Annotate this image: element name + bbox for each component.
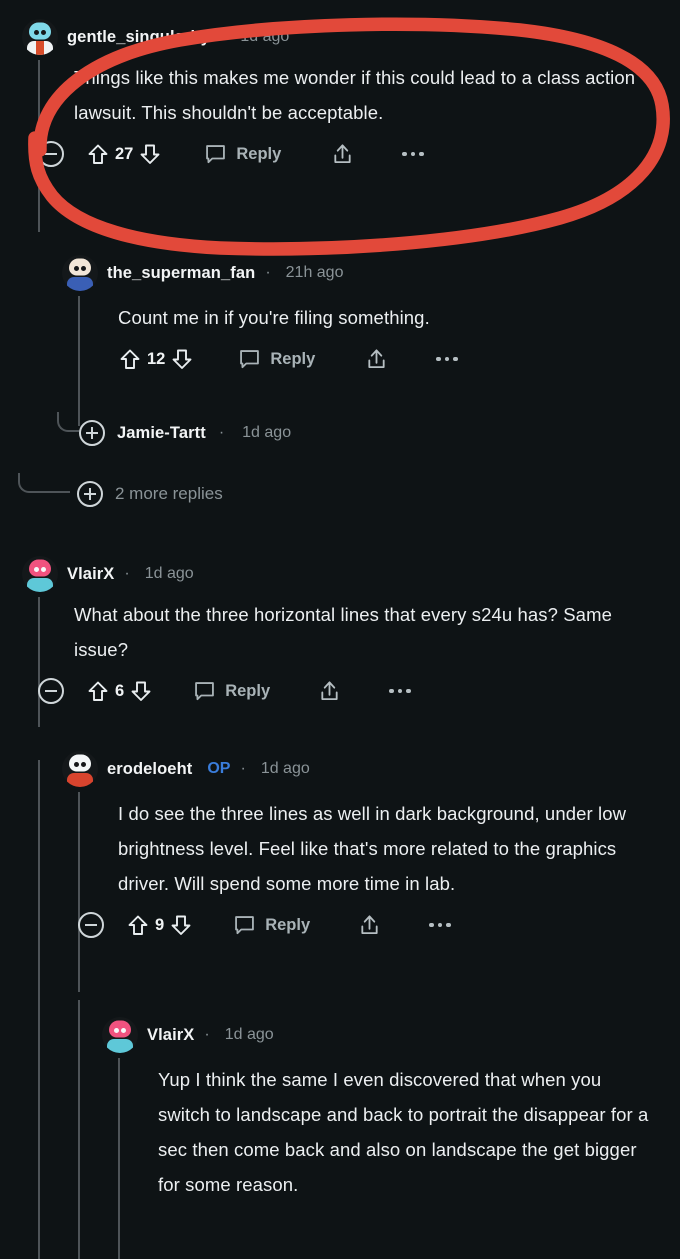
separator-dot: · — [265, 264, 271, 281]
reply-label: Reply — [225, 681, 271, 700]
comment-body: What about the three horizontal lines th… — [74, 604, 612, 660]
upvote-arrow-icon[interactable] — [86, 142, 110, 167]
comment-username[interactable]: gentle_singularity — [67, 28, 210, 47]
comment-header[interactable]: erodeloeht OP · 1d ago — [62, 748, 662, 790]
more-replies-label[interactable]: 2 more replies — [115, 484, 223, 504]
separator-dot: · — [204, 1026, 210, 1043]
comment-body: Count me in if you're filing something. — [118, 307, 430, 328]
avatar[interactable] — [22, 19, 58, 55]
vote-group: 27 — [86, 142, 162, 167]
expand-plus-icon[interactable] — [77, 481, 103, 507]
more-options-icon[interactable] — [436, 356, 458, 362]
more-replies-row[interactable]: 2 more replies — [77, 474, 223, 514]
comment-body: Yup I think the same I even discovered t… — [158, 1069, 649, 1195]
reply-label: Reply — [236, 144, 282, 163]
comment-action-bar: 9 Reply — [78, 901, 662, 949]
separator-dot: · — [240, 760, 246, 777]
comment-username[interactable]: the_superman_fan — [107, 264, 255, 283]
share-arrow-icon[interactable] — [318, 679, 341, 703]
downvote-arrow-icon[interactable] — [170, 347, 194, 372]
op-badge: OP — [207, 760, 231, 777]
comment-vlairx-nested: VlairX · 1d ago Yup I think the same I e… — [102, 1014, 662, 1259]
comment-timestamp: 21h ago — [285, 264, 344, 281]
comment-the-superman-fan: the_superman_fan · 21h ago Count me in i… — [62, 252, 662, 426]
comment-timestamp: 1d ago — [240, 28, 290, 45]
collapse-minus-icon[interactable] — [38, 141, 64, 167]
reply-button[interactable]: Reply — [204, 143, 281, 166]
vote-group: 6 — [86, 679, 153, 704]
thread-line — [78, 792, 80, 992]
collapse-minus-icon[interactable] — [78, 912, 104, 938]
upvote-arrow-icon[interactable] — [86, 679, 110, 704]
comment-timestamp: 1d ago — [242, 424, 292, 441]
comment-username[interactable]: VlairX — [67, 565, 114, 584]
comment-header[interactable]: the_superman_fan · 21h ago — [62, 252, 662, 294]
reply-label: Reply — [270, 349, 316, 368]
separator-dot: · — [124, 565, 130, 582]
vote-score: 27 — [115, 144, 134, 163]
more-options-icon[interactable] — [389, 688, 411, 694]
thread-rail-line — [78, 1000, 80, 1259]
share-arrow-icon[interactable] — [365, 347, 388, 371]
speech-bubble-icon — [240, 349, 260, 368]
vote-score: 6 — [115, 681, 125, 700]
comment-timestamp: 1d ago — [260, 760, 310, 777]
vote-score: 12 — [147, 349, 166, 368]
comment-timestamp: 1d ago — [224, 1026, 274, 1043]
reply-button[interactable]: Reply — [193, 680, 270, 703]
avatar[interactable] — [62, 255, 98, 291]
comment-body: I do see the three lines as well in dark… — [118, 803, 627, 894]
separator-dot: · — [218, 424, 225, 441]
upvote-arrow-icon[interactable] — [118, 347, 142, 372]
share-arrow-icon[interactable] — [358, 913, 381, 937]
comment-timestamp: 1d ago — [144, 565, 194, 582]
thread-line — [78, 296, 80, 426]
comment-body: Things like this makes me wonder if this… — [74, 67, 636, 123]
comment-header[interactable]: VlairX · 1d ago — [102, 1014, 662, 1056]
comment-erodeloeht-op: erodeloeht OP · 1d ago I do see the thre… — [62, 748, 662, 992]
comment-header[interactable]: gentle_singularity · 1d ago — [22, 16, 662, 58]
downvote-arrow-icon[interactable] — [129, 679, 153, 704]
vote-group: 9 — [126, 913, 193, 938]
collapsed-comment-jamie-tartt[interactable]: Jamie-Tartt · 1d ago — [79, 413, 291, 453]
avatar[interactable] — [62, 751, 98, 787]
thread-line — [118, 1058, 120, 1259]
comment-thread-page: gentle_singularity · 1d ago Things like … — [0, 0, 680, 1259]
vote-group: 12 — [118, 347, 194, 372]
upvote-arrow-icon[interactable] — [126, 913, 150, 938]
comment-action-bar: 12 Reply — [118, 335, 662, 383]
thread-elbow — [57, 412, 79, 432]
comment-gentle-singularity: gentle_singularity · 1d ago Things like … — [22, 16, 662, 232]
thread-rail-line — [38, 760, 40, 1259]
expand-plus-icon[interactable] — [79, 420, 105, 446]
comment-username[interactable]: VlairX — [147, 1026, 194, 1045]
reply-label: Reply — [265, 915, 311, 934]
more-options-icon[interactable] — [429, 922, 451, 928]
comment-username[interactable]: erodeloeht — [107, 760, 192, 779]
more-options-icon[interactable] — [402, 151, 424, 157]
vote-score: 9 — [155, 915, 165, 934]
speech-bubble-icon — [195, 681, 215, 700]
speech-bubble-icon — [235, 915, 255, 934]
downvote-arrow-icon[interactable] — [169, 913, 193, 938]
reply-button[interactable]: Reply — [238, 348, 315, 371]
thread-line — [38, 597, 40, 727]
speech-bubble-icon — [206, 144, 226, 163]
comment-vlairx-top: VlairX · 1d ago What about the three hor… — [22, 553, 662, 727]
reply-button[interactable]: Reply — [233, 914, 310, 937]
comment-header[interactable]: VlairX · 1d ago — [22, 553, 662, 595]
comment-action-bar: 6 Reply — [38, 667, 662, 715]
share-arrow-icon[interactable] — [331, 142, 354, 166]
collapse-minus-icon[interactable] — [38, 678, 64, 704]
avatar[interactable] — [22, 556, 58, 592]
separator-dot: · — [220, 28, 226, 45]
thread-elbow — [18, 473, 70, 493]
comment-action-bar: 27 Reply — [38, 130, 662, 178]
avatar[interactable] — [102, 1017, 138, 1053]
downvote-arrow-icon[interactable] — [138, 142, 162, 167]
comment-username[interactable]: Jamie-Tartt — [117, 424, 206, 443]
